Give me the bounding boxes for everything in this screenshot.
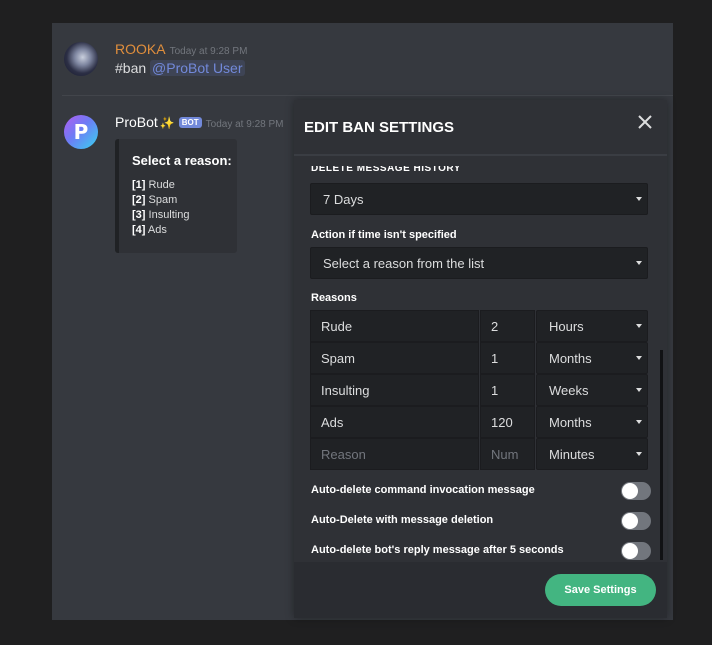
toggle-row: Auto-Delete with message deletion xyxy=(311,512,651,530)
select-value: Months xyxy=(549,350,592,366)
caret-down-icon xyxy=(636,356,642,360)
toggle-label: Auto-Delete with message deletion xyxy=(311,514,494,526)
unit-select[interactable]: Hours xyxy=(536,310,648,342)
select-value: Months xyxy=(549,414,592,430)
username-probot[interactable]: ProBot xyxy=(115,114,158,130)
modal-body[interactable]: DELETE MESSAGE HISTORY 7 Days Action if … xyxy=(294,156,667,562)
command-text: #ban xyxy=(115,60,147,76)
num-input[interactable]: 1 xyxy=(480,374,535,406)
modal-header: EDIT BAN SETTINGS xyxy=(294,100,667,156)
timestamp: Today at 9:28 PM xyxy=(205,119,284,130)
new-unit-select[interactable]: Minutes xyxy=(536,438,648,470)
caret-down-icon xyxy=(636,388,642,392)
reason-embed: Select a reason: [1] Rude [2] Spam [3] I… xyxy=(115,139,237,253)
bot-badge: BOT xyxy=(178,117,202,128)
avatar-rooka[interactable] xyxy=(64,42,98,76)
timestamp: Today at 9:28 PM xyxy=(169,46,248,57)
caret-down-icon xyxy=(636,324,642,328)
close-button[interactable] xyxy=(635,112,655,132)
toggle-label: Auto-delete command invocation message xyxy=(311,484,535,496)
caret-down-icon xyxy=(636,420,642,424)
embed-title: Select a reason: xyxy=(132,153,232,168)
user-mention[interactable]: @ProBot User xyxy=(150,60,245,76)
scrollbar-thumb[interactable] xyxy=(660,350,663,560)
embed-item: [3] Insulting xyxy=(132,209,190,221)
new-num-input[interactable]: Num xyxy=(480,438,535,470)
toggle-row: Auto-delete bot's reply message after 5 … xyxy=(311,542,651,560)
toggle-knob xyxy=(622,543,638,559)
embed-item: [1] Rude xyxy=(132,179,175,191)
message-divider xyxy=(62,95,673,96)
message-header: ProBot ✨ BOT Today at 9:28 PM xyxy=(115,114,283,132)
probot-logo-icon: P xyxy=(73,120,89,144)
toggle-knob xyxy=(622,483,638,499)
action-unspecified-label: Action if time isn't specified xyxy=(311,229,457,241)
modal-title: EDIT BAN SETTINGS xyxy=(304,119,455,136)
select-value: 7 Days xyxy=(323,191,364,207)
auto-delete-reply-toggle[interactable] xyxy=(621,542,651,560)
delete-history-select[interactable]: 7 Days xyxy=(310,183,648,215)
num-input[interactable]: 120 xyxy=(480,406,535,438)
username-rooka[interactable]: ROOKA xyxy=(115,41,166,57)
new-reason-input[interactable]: Reason xyxy=(310,438,479,470)
reasons-label: Reasons xyxy=(311,292,357,304)
toggle-label: Auto-delete bot's reply message after 5 … xyxy=(311,544,564,556)
edit-ban-settings-modal: EDIT BAN SETTINGS DELETE MESSAGE HISTORY… xyxy=(294,100,667,618)
save-settings-button[interactable]: Save Settings xyxy=(545,574,656,606)
reason-input[interactable]: Insulting xyxy=(310,374,479,406)
caret-down-icon xyxy=(636,197,642,201)
delete-history-label: DELETE MESSAGE HISTORY xyxy=(311,166,461,174)
toggle-knob xyxy=(622,513,638,529)
unit-select[interactable]: Weeks xyxy=(536,374,648,406)
message-header: ROOKA Today at 9:28 PM xyxy=(115,41,247,59)
auto-delete-invocation-toggle[interactable] xyxy=(621,482,651,500)
caret-down-icon xyxy=(636,452,642,456)
reason-input[interactable]: Spam xyxy=(310,342,479,374)
avatar-probot[interactable]: P xyxy=(64,115,98,149)
action-unspecified-select[interactable]: Select a reason from the list xyxy=(310,247,648,279)
embed-item: [4] Ads xyxy=(132,224,167,236)
unit-select[interactable]: Months xyxy=(536,406,648,438)
toggle-row: Auto-delete command invocation message xyxy=(311,482,651,500)
num-input[interactable]: 1 xyxy=(480,342,535,374)
num-input[interactable]: 2 xyxy=(480,310,535,342)
auto-delete-with-message-toggle[interactable] xyxy=(621,512,651,530)
reason-input[interactable]: Rude xyxy=(310,310,479,342)
select-value: Select a reason from the list xyxy=(323,255,485,271)
sparkle-icon: ✨ xyxy=(159,116,175,130)
unit-select[interactable]: Months xyxy=(536,342,648,374)
close-icon xyxy=(638,115,652,129)
embed-item: [2] Spam xyxy=(132,194,178,206)
select-value: Minutes xyxy=(549,446,595,462)
select-value: Weeks xyxy=(549,382,589,398)
message-text: #ban @ProBot User xyxy=(115,60,245,76)
modal-footer: Save Settings xyxy=(294,562,667,618)
select-value: Hours xyxy=(549,318,584,334)
reason-input[interactable]: Ads xyxy=(310,406,479,438)
caret-down-icon xyxy=(636,261,642,265)
